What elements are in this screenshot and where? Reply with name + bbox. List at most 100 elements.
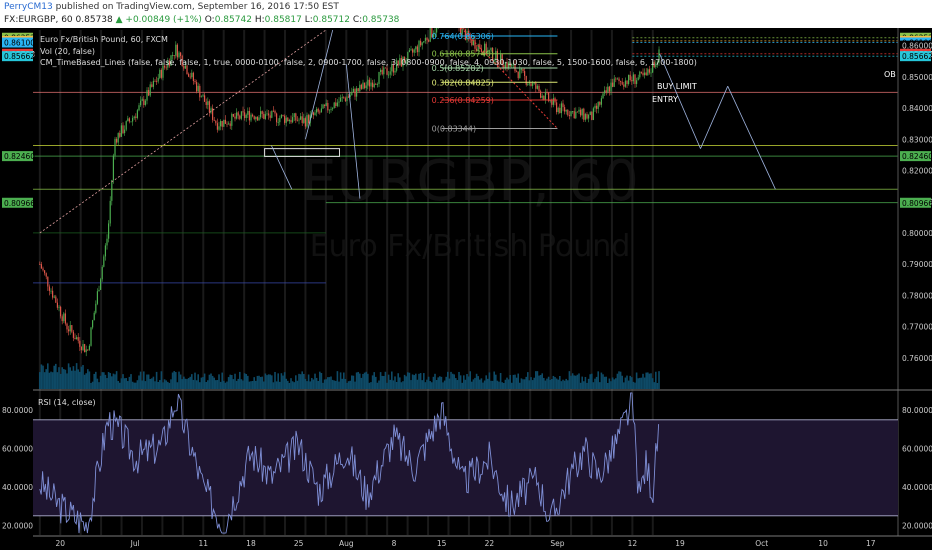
volume-bar	[611, 377, 614, 389]
volume-bar	[178, 371, 180, 389]
candle-body	[252, 114, 254, 117]
volume-bar	[509, 374, 512, 389]
volume-bar	[418, 373, 420, 389]
volume-bar	[258, 375, 260, 389]
volume-bar	[240, 379, 243, 389]
candle-body	[208, 101, 211, 113]
candle-body	[162, 65, 164, 78]
candle-body	[242, 111, 244, 113]
volume-bar	[282, 375, 284, 389]
volume-bar	[551, 379, 553, 389]
candle-body	[556, 102, 558, 113]
volume-bar	[354, 381, 356, 389]
rsi-tick-label-left: 80.0000	[2, 406, 33, 415]
candle-body	[236, 112, 238, 119]
volume-bar	[591, 373, 593, 389]
candle-body	[90, 327, 92, 346]
volume-bar	[325, 379, 328, 389]
candle-body	[300, 116, 302, 120]
volume-bar	[207, 380, 209, 389]
candle-body	[124, 129, 126, 134]
volume-bar	[408, 372, 411, 389]
candle-body	[76, 337, 78, 340]
volume-bar	[359, 373, 361, 389]
candle-body	[552, 98, 555, 105]
candle-body	[380, 69, 382, 72]
price-chart[interactable]: EURGBP, 60 Euro Fx/British Pound 1(0.872…	[0, 28, 932, 550]
volume-bar	[541, 373, 544, 389]
legend-vol: Vol (20, false)	[40, 47, 95, 56]
rsi-tick-label-left: 60.0000	[2, 445, 33, 454]
price-tick-label: 0.84000	[902, 104, 932, 113]
volume-bar	[200, 377, 203, 389]
volume-bar	[605, 376, 608, 389]
candle-body	[620, 81, 622, 82]
volume-bar	[338, 381, 340, 389]
candle-body	[559, 107, 561, 114]
volume-bar	[583, 381, 585, 389]
volume-bar	[471, 381, 473, 389]
candle-body	[570, 111, 572, 117]
volume-bar	[415, 373, 417, 389]
candle-body	[148, 90, 150, 96]
candle-body	[119, 133, 121, 137]
volume-bar	[584, 376, 587, 389]
volume-bar	[91, 381, 94, 389]
volume-bar	[650, 373, 652, 389]
candle-body	[189, 76, 191, 78]
volume-bar	[66, 373, 68, 389]
candle-body	[159, 69, 161, 78]
volume-bar	[411, 374, 414, 389]
candle-body	[333, 102, 335, 109]
candle-body	[564, 107, 566, 112]
volume-bar	[458, 371, 460, 389]
candle-body	[423, 40, 425, 43]
volume-bar	[423, 373, 425, 389]
volume-bar	[642, 373, 644, 389]
candle-body	[616, 78, 619, 80]
volume-bar	[490, 380, 492, 389]
candle-body	[530, 83, 532, 86]
candle-body	[394, 70, 396, 73]
volume-bar	[391, 371, 393, 389]
candle-body	[146, 90, 148, 101]
candle-body	[304, 118, 307, 127]
candle-body	[551, 100, 553, 105]
buy-limit-label: BUY LIMIT	[657, 82, 697, 91]
volume-bar	[106, 378, 108, 389]
volume-bar	[523, 379, 526, 389]
candle-body	[421, 42, 423, 46]
volume-bar	[69, 367, 72, 389]
volume-bar	[320, 373, 323, 389]
volume-bar	[619, 371, 622, 389]
time-tick-label: 19	[675, 539, 685, 548]
candle-body	[628, 74, 630, 85]
volume-bar	[237, 378, 240, 389]
author-link[interactable]: PerryCM13	[4, 2, 53, 12]
volume-bar	[608, 378, 611, 389]
volume-bar	[434, 373, 436, 389]
price-tag-label: 0.86100	[4, 38, 35, 47]
candle-body	[524, 71, 526, 76]
price-change: ▲ +0.00849 (+1%)	[115, 15, 202, 25]
volume-bar	[154, 381, 156, 389]
volume-bar	[296, 380, 299, 389]
volume-bar	[488, 372, 491, 389]
candle-body	[69, 325, 71, 332]
price-tick-label: 0.77000	[902, 323, 932, 332]
candle-body	[543, 95, 545, 101]
candle-body	[47, 276, 49, 287]
close-label: C:	[352, 15, 363, 25]
candle-body	[60, 306, 62, 317]
candle-body	[276, 113, 278, 123]
volume-bar	[549, 379, 552, 389]
volume-bar	[259, 376, 262, 389]
volume-bar	[407, 372, 409, 389]
candle-body	[218, 126, 220, 130]
volume-bar	[88, 371, 91, 389]
volume-bar	[335, 380, 337, 389]
candle-body	[341, 97, 343, 99]
volume-bar	[656, 382, 659, 389]
candle-body	[58, 306, 60, 308]
candle-body	[64, 313, 67, 324]
